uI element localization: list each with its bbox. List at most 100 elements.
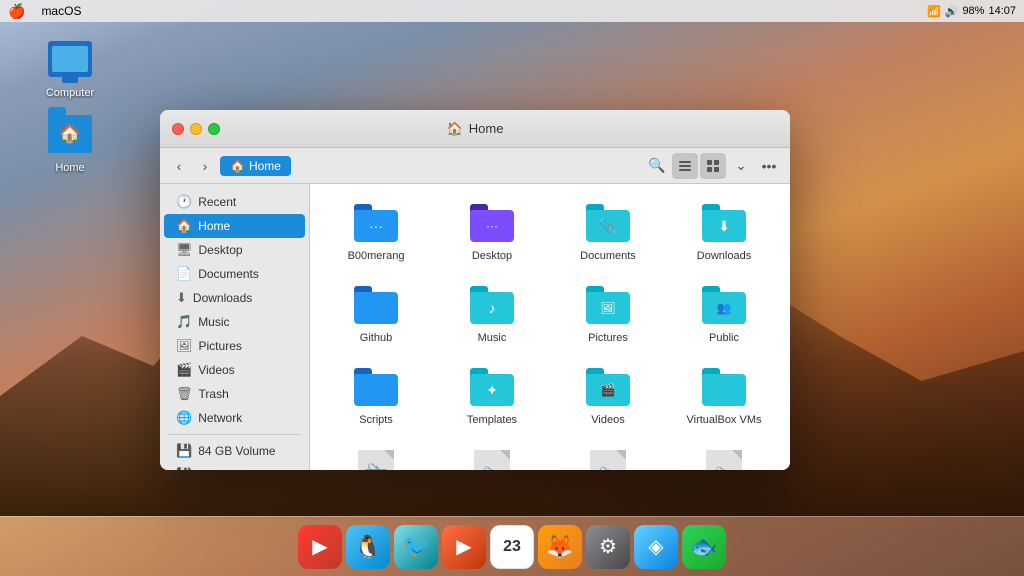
sidebar: 🕐 Recent 🏠 Home 🖥 Desktop 📄 Documents ⬇ [160, 184, 310, 470]
location-text: Home [249, 159, 281, 173]
computer-icon-img [46, 35, 94, 83]
sidebar-item-recent[interactable]: 🕐 Recent [164, 190, 305, 214]
downloads-file-icon: ⬇ [700, 204, 748, 246]
file-item-adobe[interactable]: 📎 .adobe [322, 442, 430, 470]
vol1-icon: 💾 [176, 443, 192, 459]
toolbar: ‹ › 🏠 Home 🔍 [160, 148, 790, 184]
file-item-scripts[interactable]: Scripts [322, 360, 430, 434]
more-button[interactable]: ••• [756, 153, 782, 179]
downloads-file-name: Downloads [697, 250, 751, 262]
desktop: 🍎 macOS 📶 🔊 98% 14:07 Computer 🏠 Home [0, 0, 1024, 576]
desktop-icon-computer[interactable]: Computer [30, 35, 110, 99]
documents-icon: 📄 [176, 266, 192, 282]
file-grid: ··· B00merang ··· [322, 196, 778, 470]
virtualbox-name: VirtualBox VMs [687, 414, 762, 426]
dock: ▶ 🐧 🐦 ▶ 23 🦊 ⚙ ◈ 🐟 [0, 516, 1024, 576]
pictures-file-icon: 🖼 [584, 286, 632, 328]
sidebar-item-home[interactable]: 🏠 Home [164, 214, 305, 238]
sidebar-item-network[interactable]: 🌐 Network [164, 406, 305, 430]
sidebar-videos-label: Videos [198, 363, 234, 377]
dock-item-fish[interactable]: 🐟 [682, 525, 726, 569]
dock-item-calendar[interactable]: 23 [490, 525, 534, 569]
forward-button[interactable]: › [194, 155, 216, 177]
grid-view-button[interactable] [700, 153, 726, 179]
downloads-icon: ⬇ [176, 290, 187, 306]
vol2-icon: 💾 [176, 467, 192, 470]
sidebar-item-desktop[interactable]: 🖥 Desktop [164, 238, 305, 262]
wifi-icon: 📶 [927, 5, 941, 18]
boomerang-name: B00merang [348, 250, 405, 262]
file-item-bash-logout[interactable]: 📎 .bash_logout [670, 442, 778, 470]
sidebar-item-trash[interactable]: 🗑 Trash [164, 382, 305, 406]
menubar-right: 📶 🔊 98% 14:07 [927, 5, 1016, 18]
sidebar-recent-label: Recent [198, 195, 236, 209]
videos-file-icon: 🎬 [584, 368, 632, 410]
trash-icon: 🗑 [176, 386, 193, 402]
file-item-github[interactable]: Github [322, 278, 430, 352]
dock-item-media2[interactable]: ▶ [442, 525, 486, 569]
dock-item-firefox[interactable]: 🦊 [538, 525, 582, 569]
sidebar-vol1-label: 84 GB Volume [198, 444, 275, 458]
list-view-button[interactable] [672, 153, 698, 179]
sidebar-home-label: Home [198, 219, 230, 233]
desktop-icon-home[interactable]: 🏠 Home [30, 110, 110, 174]
toolbar-right: 🔍 ⌄ ••• [644, 153, 782, 179]
menubar: 🍎 macOS 📶 🔊 98% 14:07 [0, 0, 1024, 22]
sidebar-item-music[interactable]: 🎵 Music [164, 310, 305, 334]
file-item-music[interactable]: ♪ Music [438, 278, 546, 352]
sidebar-item-downloads[interactable]: ⬇ Downloads [164, 286, 305, 310]
file-item-downloads[interactable]: ⬇ Downloads [670, 196, 778, 270]
firefox-icon: 🦊 [546, 534, 573, 560]
main-content: ··· B00merang ··· [310, 184, 790, 470]
dock-item-media[interactable]: ▶ [298, 525, 342, 569]
sidebar-documents-label: Documents [198, 267, 259, 281]
close-button[interactable] [172, 123, 184, 135]
sidebar-divider [168, 434, 301, 435]
minimize-button[interactable] [190, 123, 202, 135]
network-icon: 🌐 [176, 410, 192, 426]
recent-icon: 🕐 [176, 194, 192, 210]
public-icon: 👥 [700, 286, 748, 328]
app-name[interactable]: macOS [41, 4, 81, 18]
file-item-videos[interactable]: 🎬 Videos [554, 360, 662, 434]
github-name: Github [360, 332, 392, 344]
dock-item-cube[interactable]: ◈ [634, 525, 678, 569]
search-button[interactable]: 🔍 [644, 153, 670, 179]
github-icon [352, 286, 400, 328]
home-icon-label: Home [30, 162, 110, 174]
dock-item-bird[interactable]: 🐦 [394, 525, 438, 569]
fish-icon: 🐟 [690, 534, 717, 560]
file-item-documents[interactable]: 📎 Documents [554, 196, 662, 270]
location-icon: 🏠 [230, 159, 245, 173]
cube-icon: ◈ [648, 534, 663, 559]
pictures-file-name: Pictures [588, 332, 628, 344]
file-item-public[interactable]: 👥 Public [670, 278, 778, 352]
clock: 14:07 [988, 5, 1016, 17]
location-badge[interactable]: 🏠 Home [220, 156, 291, 176]
sidebar-item-vol2[interactable]: 💾 89 GB Volume [164, 463, 305, 470]
file-item-templates[interactable]: ✦ Templates [438, 360, 546, 434]
sidebar-item-videos[interactable]: 🎬 Videos [164, 358, 305, 382]
apple-menu[interactable]: 🍎 [8, 3, 25, 20]
templates-icon: ✦ [468, 368, 516, 410]
templates-name: Templates [467, 414, 517, 426]
boomerang-icon: ··· [352, 204, 400, 246]
sidebar-desktop-label: Desktop [199, 243, 243, 257]
documents-file-name: Documents [580, 250, 636, 262]
file-item-bash-history[interactable]: 📎 .bash_history [554, 442, 662, 470]
file-item-bash-aliases[interactable]: 📎 .bash_aliases [438, 442, 546, 470]
sidebar-item-vol1[interactable]: 💾 84 GB Volume [164, 439, 305, 463]
maximize-button[interactable] [208, 123, 220, 135]
sort-button[interactable]: ⌄ [728, 153, 754, 179]
dock-item-settings[interactable]: ⚙ [586, 525, 630, 569]
sidebar-item-pictures[interactable]: 🖼 Pictures [164, 334, 305, 358]
dock-item-mascot[interactable]: 🐧 [346, 525, 390, 569]
file-item-pictures[interactable]: 🖼 Pictures [554, 278, 662, 352]
menubar-left: 🍎 macOS [8, 3, 81, 20]
file-item-virtualbox[interactable]: VirtualBox VMs [670, 360, 778, 434]
file-item-desktop[interactable]: ··· Desktop [438, 196, 546, 270]
sidebar-item-documents[interactable]: 📄 Documents [164, 262, 305, 286]
back-button[interactable]: ‹ [168, 155, 190, 177]
monitor-icon [48, 41, 92, 77]
file-item-boomerang[interactable]: ··· B00merang [322, 196, 430, 270]
